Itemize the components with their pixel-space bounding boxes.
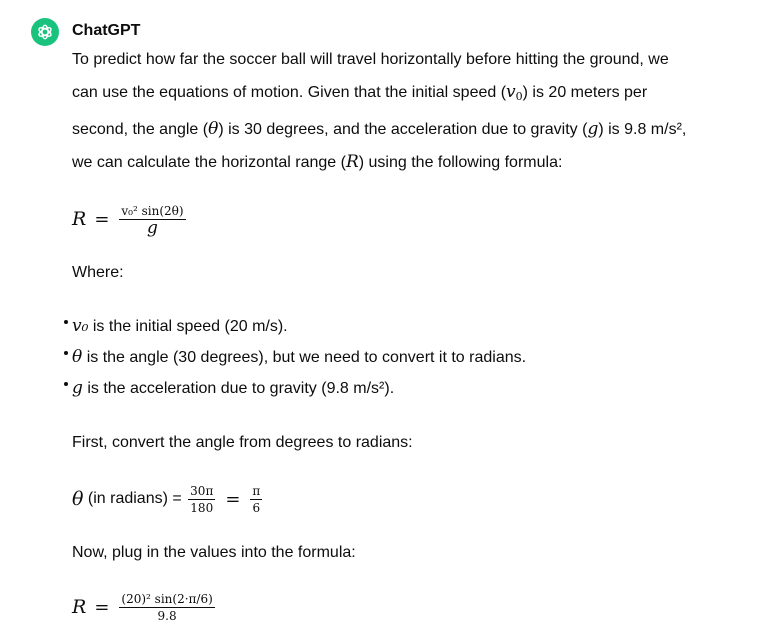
formula-in-radians: (in radians) = — [83, 490, 187, 507]
intro-paragraph: To predict how far the soccer ball will … — [72, 44, 772, 179]
list-item-text: is the angle (30 degrees), but we need t… — [82, 349, 527, 366]
formula-theta: θ — [72, 488, 84, 510]
openai-logo-icon — [38, 24, 52, 40]
intro-text-3: ) is 20 meters per — [522, 84, 648, 101]
math-R: R — [345, 152, 359, 172]
formula-fraction: (20)² sin(2·π/6) 9.8 — [119, 591, 215, 623]
intro-text-4: second, the angle ( — [72, 121, 209, 138]
formula-fraction-2: π 6 — [250, 483, 263, 515]
math-theta: θ — [208, 119, 219, 139]
formula-equals: = — [94, 208, 110, 230]
substituted-formula: R = (20)² sin(2·π/6) 9.8 — [72, 579, 772, 635]
math-v0: v0 — [506, 82, 523, 103]
intro-text-2: can use the equations of motion. Given t… — [72, 84, 507, 101]
math-v-sub: 0 — [515, 90, 523, 103]
formula-denominator: 9.8 — [157, 608, 177, 623]
chatgpt-avatar — [31, 18, 59, 46]
list-item: v₀ is the initial speed (20 m/s). — [64, 311, 772, 342]
list-item: θ is the angle (30 degrees), but we need… — [64, 342, 772, 373]
range-formula: R = v₀² sin(2θ) g — [72, 191, 772, 247]
message-body: To predict how far the soccer ball will … — [64, 44, 772, 635]
fraction-2-numerator: π — [250, 483, 263, 500]
formula-fraction: v₀² sin(2θ) g — [119, 204, 186, 238]
bullet-icon — [64, 320, 68, 324]
fraction-1-numerator: 30π — [188, 483, 216, 500]
intro-text-8: ) using the following formula: — [358, 154, 563, 171]
convert-label: First, convert the angle from degrees to… — [72, 434, 413, 451]
formula-lhs: R — [72, 596, 87, 618]
list-item-symbol: θ — [72, 347, 83, 367]
list-item-text: is the initial speed (20 m/s). — [88, 318, 288, 335]
math-g: g — [587, 119, 599, 139]
formula-equals: = — [225, 488, 241, 510]
list-item: g is the acceleration due to gravity (9.… — [64, 373, 772, 404]
formula-lhs: R — [72, 208, 87, 230]
plug-label: Now, plug in the values into the formula… — [72, 544, 356, 561]
list-item-symbol: v₀ — [72, 316, 89, 336]
bullet-icon — [64, 382, 68, 386]
where-label: Where: — [72, 264, 124, 281]
formula-denominator: g — [147, 217, 158, 238]
intro-text-7: we can calculate the horizontal range ( — [72, 154, 346, 171]
intro-text-6: ) is 9.8 m/s², — [598, 121, 687, 138]
intro-text-1: To predict how far the soccer ball will … — [72, 51, 669, 68]
fraction-2-denominator: 6 — [252, 500, 261, 515]
bullet-icon — [64, 351, 68, 355]
formula-numerator: (20)² sin(2·π/6) — [119, 591, 215, 608]
variable-list: v₀ is the initial speed (20 m/s). θ is t… — [64, 311, 772, 404]
intro-text-5: ) is 30 degrees, and the acceleration du… — [218, 121, 588, 138]
list-item-symbol: g — [72, 378, 83, 398]
message-author: ChatGPT — [72, 22, 141, 39]
radians-formula: θ (in radians) = 30π 180 = π 6 — [72, 471, 772, 527]
math-v: v — [506, 82, 516, 102]
formula-fraction-1: 30π 180 — [188, 483, 216, 515]
fraction-1-denominator: 180 — [190, 500, 214, 515]
formula-equals: = — [94, 596, 110, 618]
list-item-text: is the acceleration due to gravity (9.8 … — [82, 380, 395, 397]
